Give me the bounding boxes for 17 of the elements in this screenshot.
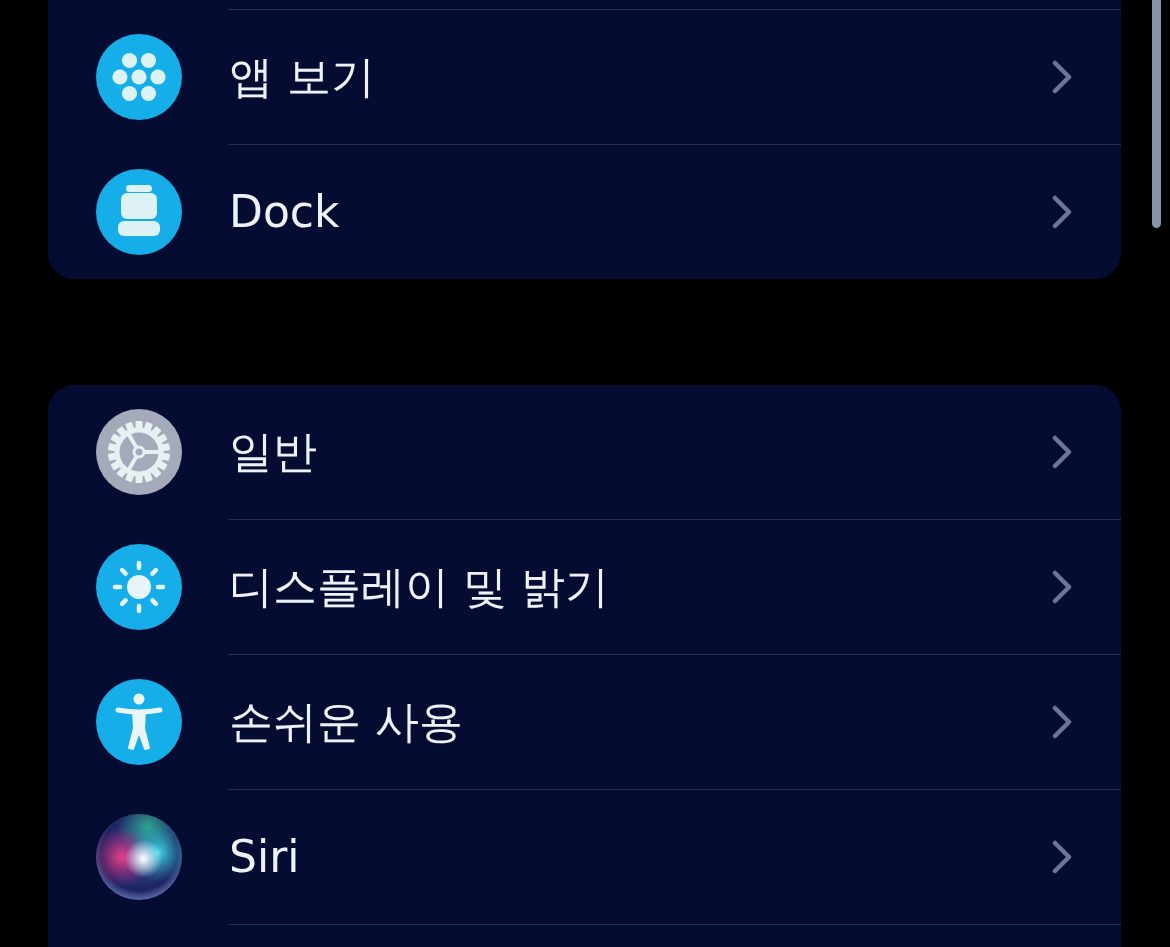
settings-row[interactable]: Siri <box>48 790 1121 924</box>
dot-cluster-icon <box>96 34 182 120</box>
dock-icon <box>96 169 182 255</box>
chevron-right-icon <box>1052 705 1072 739</box>
chevron-right-icon <box>1052 570 1072 604</box>
settings-icon <box>96 409 182 495</box>
chevron-right-icon <box>1052 60 1072 94</box>
settings-row[interactable]: 손쉬운 사용 <box>48 655 1121 789</box>
chevron-right-icon <box>1052 435 1072 469</box>
settings-row[interactable]: 앱 보기 <box>48 10 1121 144</box>
chevron-right-icon <box>1052 840 1072 874</box>
accessibility-figure-icon <box>96 679 182 765</box>
settings-row[interactable]: 디스플레이 및 밝기 <box>48 520 1121 654</box>
sun-icon <box>96 544 182 630</box>
settings-row[interactable]: Dock <box>48 145 1121 279</box>
chevron-right-icon <box>1052 195 1072 229</box>
settings-row[interactable]: 일반 <box>48 385 1121 519</box>
